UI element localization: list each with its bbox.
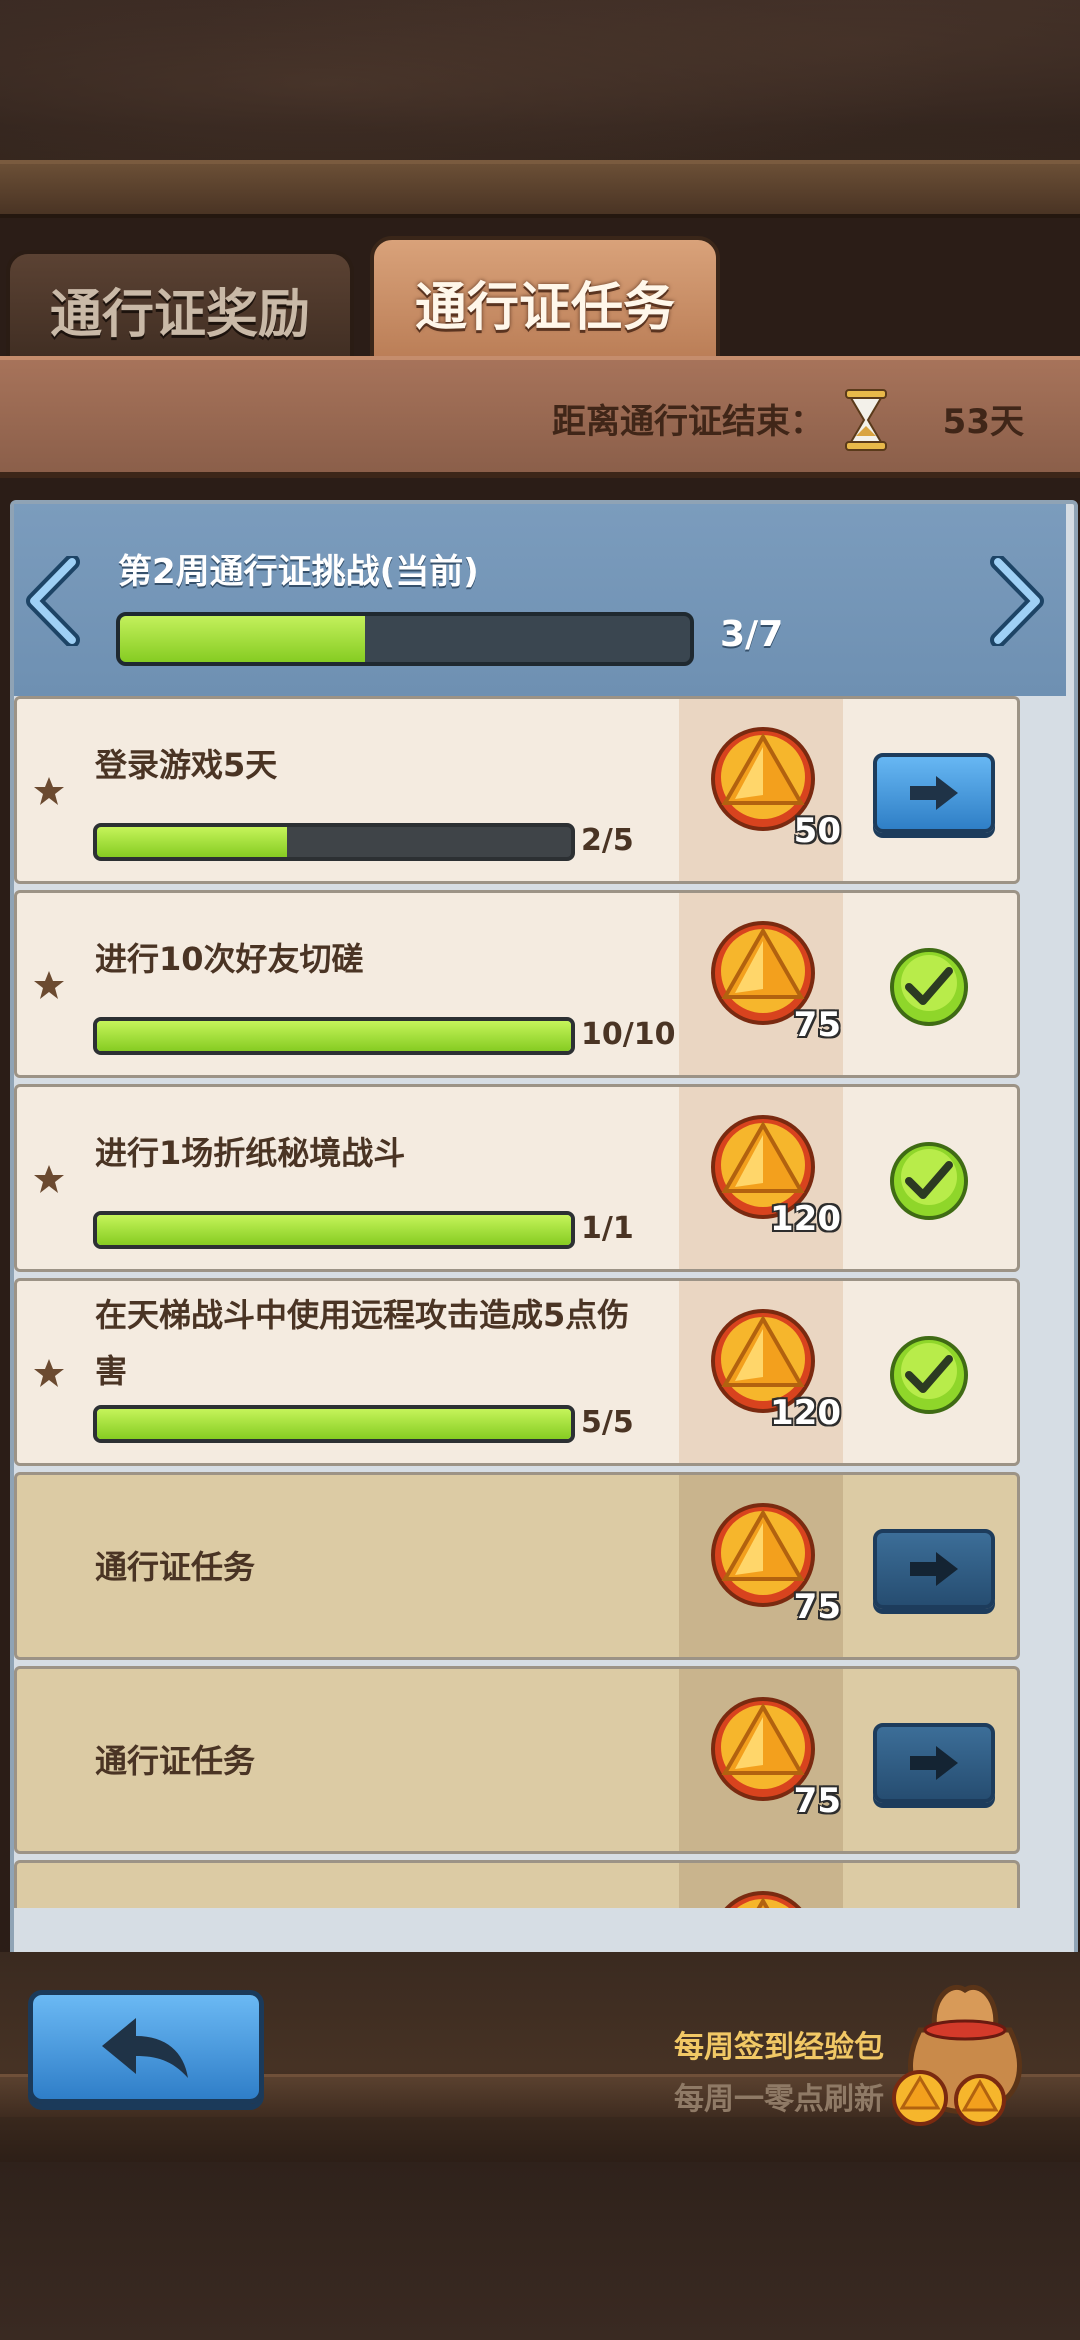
pass-exp-coin-icon [724,1891,802,1908]
tab-pass-tasks-label: 通行证任务 [414,277,675,338]
weekly-pack-title: 每周签到经验包 [674,2030,884,2065]
task-progress-bar [93,823,575,861]
star-icon [34,1359,64,1387]
next-week-arrow-icon[interactable] [986,556,1046,646]
week-title: 第2周通行证挑战(当前) [118,552,479,592]
checkmark-icon[interactable] [889,1335,969,1415]
weekly-pack-subtitle: 每周一零点刷新 [674,2082,884,2117]
star-icon [34,777,64,805]
back-arrow-icon [102,2018,188,2078]
star-icon [34,1165,64,1193]
task-progress-count: 10/10 [581,1017,676,1052]
task-progress-bar [93,1017,575,1055]
task-row-partial [14,1860,1020,1908]
task-list[interactable]: 登录游戏5天 2/5 50 进行10次好友切磋 10/10 75 进行1场折纸秘… [14,696,1066,1908]
task-progress-fill [97,1409,571,1439]
task-progress-bar [93,1405,575,1443]
task-progress-fill [97,827,287,857]
task-progress-count: 2/5 [581,823,634,858]
checkmark-icon[interactable] [889,1141,969,1221]
task-name: 通行证任务 [95,1742,256,1780]
week-header [14,504,1066,696]
task-progress-count: 5/5 [581,1405,634,1440]
tab-pass-tasks[interactable]: 通行证任务 [370,236,720,368]
arrow-right-icon [910,1746,958,1780]
task-row: 进行1场折纸秘境战斗 1/1 120 [14,1084,1020,1272]
task-progress-bar [93,1211,575,1249]
task-progress-count: 1/1 [581,1211,634,1246]
reward-value: 75 [793,1587,841,1627]
checkmark-icon[interactable] [889,947,969,1027]
task-progress-fill [97,1215,571,1245]
tab-pass-rewards-label: 通行证奖励 [49,284,310,345]
tab-pass-rewards[interactable]: 通行证奖励 [6,250,354,368]
star-icon [34,971,64,999]
task-row: 在天梯战斗中使用远程攻击造成5点伤害 5/5 120 [14,1278,1020,1466]
reward-value: 120 [770,1393,841,1433]
task-row-locked: 通行证任务 75 [14,1472,1020,1660]
countdown-label: 距离通行证结束： [552,402,824,442]
countdown-bar [0,356,1080,478]
hourglass-icon [845,389,887,451]
countdown-days: 53天 [942,402,1024,442]
go-button[interactable] [873,1529,995,1609]
task-row: 进行10次好友切磋 10/10 75 [14,890,1020,1078]
task-name: 登录游戏5天 [95,746,278,784]
reward-value: 75 [793,1781,841,1821]
prev-week-arrow-icon[interactable] [24,556,84,646]
task-name: 通行证任务 [95,1548,256,1586]
task-name: 在天梯战斗中使用远程攻击造成5点伤害 [95,1296,630,1390]
reward-value: 50 [793,811,841,851]
arrow-right-icon [910,776,958,810]
task-progress-fill [97,1021,571,1051]
task-row: 登录游戏5天 2/5 50 [14,696,1020,884]
task-row-locked: 通行证任务 75 [14,1666,1020,1854]
task-name: 进行10次好友切磋 [95,940,364,978]
bottom-dark-area [0,2162,1080,2340]
arrow-right-icon [910,1552,958,1586]
top-wood-rim [0,160,1080,218]
week-progress-bar [116,612,694,666]
week-progress-fill [120,616,366,662]
reward-value: 75 [793,1005,841,1045]
back-button[interactable] [28,1990,264,2104]
task-name: 进行1场折纸秘境战斗 [95,1134,406,1172]
go-button[interactable] [873,753,995,833]
go-button[interactable] [873,1723,995,1803]
week-progress-count: 3/7 [720,614,784,655]
exp-bag-icon[interactable] [880,1960,1050,2130]
reward-value: 120 [770,1199,841,1239]
